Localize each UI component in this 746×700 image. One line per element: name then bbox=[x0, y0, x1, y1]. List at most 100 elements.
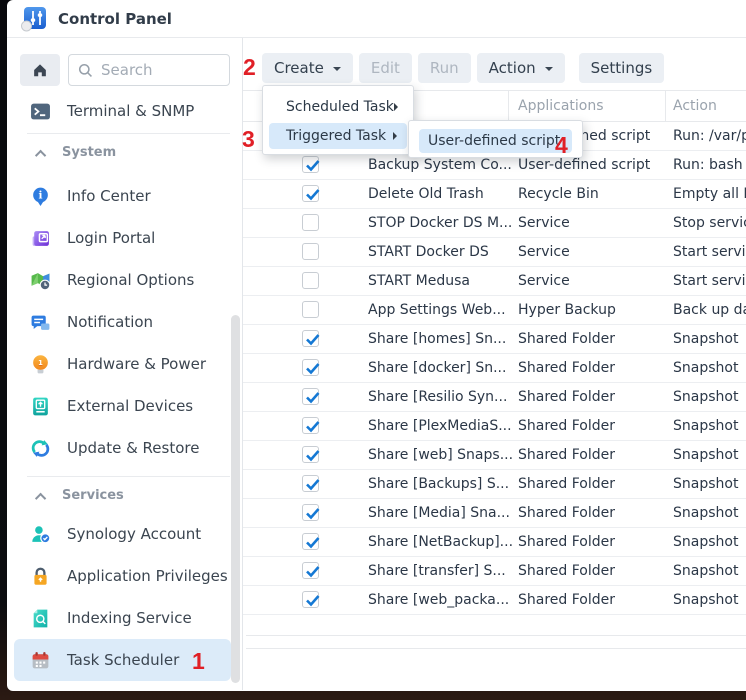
task-application: Shared Folder bbox=[518, 383, 668, 411]
action-button-label: Action bbox=[489, 59, 536, 77]
row-checkbox[interactable] bbox=[302, 446, 319, 463]
task-action: Start servic bbox=[673, 238, 746, 266]
check-icon bbox=[303, 475, 322, 494]
chevron-down-icon bbox=[545, 67, 553, 75]
row-checkbox[interactable] bbox=[302, 156, 319, 173]
sidebar-item-info-center[interactable]: i Info Center bbox=[14, 175, 231, 217]
regional-options-icon bbox=[30, 270, 51, 291]
table-footer-divider bbox=[246, 648, 746, 649]
menu-item-user-defined-script[interactable]: User-defined script bbox=[419, 129, 572, 153]
table-row[interactable]: STOP Docker DS M... Service Stop servic bbox=[243, 209, 746, 238]
table-row[interactable]: Share [NetBackup]... Shared Folder Snaps… bbox=[243, 528, 746, 557]
chevron-down-icon bbox=[333, 67, 341, 75]
table-row[interactable]: Share [docker] Sn... Shared Folder Snaps… bbox=[243, 354, 746, 383]
task-action: Start servic bbox=[673, 267, 746, 295]
sidebar-item-notification[interactable]: Notification bbox=[14, 301, 231, 343]
create-button[interactable]: Create bbox=[262, 53, 353, 83]
row-checkbox[interactable] bbox=[302, 359, 319, 376]
menu-item-label: Scheduled Task bbox=[286, 99, 394, 115]
check-icon bbox=[303, 156, 322, 175]
sidebar-item-regional-options[interactable]: Regional Options bbox=[14, 259, 231, 301]
menu-item-scheduled-task[interactable]: Scheduled Task bbox=[263, 93, 413, 121]
task-application: Service bbox=[518, 267, 668, 295]
home-button[interactable] bbox=[20, 54, 60, 86]
row-checkbox[interactable] bbox=[302, 504, 319, 521]
check-icon bbox=[303, 388, 322, 407]
table-row[interactable]: START Medusa Service Start servic bbox=[243, 267, 746, 296]
column-header-applications[interactable]: Applications bbox=[518, 91, 604, 121]
row-checkbox[interactable] bbox=[302, 185, 319, 202]
control-panel-icon bbox=[20, 5, 48, 33]
row-checkbox[interactable] bbox=[302, 533, 319, 550]
section-services[interactable]: Services bbox=[7, 477, 242, 513]
row-checkbox[interactable] bbox=[302, 214, 319, 231]
row-checkbox[interactable] bbox=[302, 475, 319, 492]
external-drive-icon bbox=[30, 396, 51, 417]
task-application: Shared Folder bbox=[518, 441, 668, 469]
column-divider bbox=[508, 91, 509, 122]
indexing-icon bbox=[30, 608, 51, 629]
table-row[interactable]: Delete Old Trash Recycle Bin Empty all R bbox=[243, 180, 746, 209]
sidebar-item-update-restore[interactable]: Update & Restore bbox=[14, 427, 231, 469]
table-row[interactable]: Share [Media] Sna... Shared Folder Snaps… bbox=[243, 499, 746, 528]
table-row[interactable]: Share [Backups] S... Shared Folder Snaps… bbox=[243, 470, 746, 499]
sidebar-item-application-privileges[interactable]: Application Privileges bbox=[14, 555, 231, 597]
row-checkbox[interactable] bbox=[302, 301, 319, 318]
sidebar-item-terminal-snmp[interactable]: Terminal & SNMP bbox=[14, 93, 231, 129]
table-row[interactable]: Share [Resilio Syn... Shared Folder Snap… bbox=[243, 383, 746, 412]
table-row[interactable]: Share [web] Snaps... Shared Folder Snaps… bbox=[243, 441, 746, 470]
chevron-up-icon bbox=[35, 492, 46, 503]
sidebar-item-label: Terminal & SNMP bbox=[67, 102, 194, 120]
task-action: Run: bash / bbox=[673, 151, 746, 179]
sidebar-item-hardware-power[interactable]: 1 Hardware & Power bbox=[14, 343, 231, 385]
settings-button[interactable]: Settings bbox=[579, 53, 665, 83]
task-name: Share [Resilio Syn... bbox=[368, 383, 513, 411]
check-icon bbox=[303, 185, 322, 204]
task-action: Snapshot bbox=[673, 470, 746, 498]
section-system[interactable]: System bbox=[7, 134, 242, 170]
task-name: Share [homes] Sn... bbox=[368, 325, 513, 353]
search-input[interactable] bbox=[101, 61, 221, 79]
table-row[interactable]: START Docker DS Service Start servic bbox=[243, 238, 746, 267]
row-checkbox[interactable] bbox=[302, 388, 319, 405]
menu-item-label: User-defined script bbox=[428, 133, 560, 149]
task-action: Snapshot bbox=[673, 499, 746, 527]
search-box[interactable] bbox=[68, 54, 230, 86]
sidebar-item-indexing-service[interactable]: Indexing Service bbox=[14, 597, 231, 639]
row-checkbox[interactable] bbox=[302, 562, 319, 579]
sidebar-item-external-devices[interactable]: External Devices bbox=[14, 385, 231, 427]
task-action: Snapshot bbox=[673, 557, 746, 585]
task-application: Shared Folder bbox=[518, 354, 668, 382]
task-action: Stop servic bbox=[673, 209, 746, 237]
run-button[interactable]: Run bbox=[418, 53, 471, 83]
table-row[interactable]: Share [transfer] S... Shared Folder Snap… bbox=[243, 557, 746, 586]
table-row[interactable]: Share [PlexMediaS... Shared Folder Snaps… bbox=[243, 412, 746, 441]
task-name: Share [Backups] S... bbox=[368, 470, 513, 498]
table-row[interactable]: Share [web_packa... Shared Folder Snapsh… bbox=[243, 586, 746, 615]
annotation-step-3: 3 bbox=[242, 128, 255, 151]
task-application: Shared Folder bbox=[518, 470, 668, 498]
sidebar-scrollbar[interactable] bbox=[231, 315, 240, 683]
sidebar-item-login-portal[interactable]: Login Portal bbox=[14, 217, 231, 259]
table-row[interactable]: App Settings Web... Hyper Backup Back up… bbox=[243, 296, 746, 325]
table-row[interactable]: Share [homes] Sn... Shared Folder Snapsh… bbox=[243, 325, 746, 354]
task-application: Shared Folder bbox=[518, 528, 668, 556]
edit-button[interactable]: Edit bbox=[359, 53, 412, 83]
task-name: Delete Old Trash bbox=[368, 180, 513, 208]
task-name: Share [transfer] S... bbox=[368, 557, 513, 585]
menu-item-triggered-task[interactable]: Triggered Task bbox=[269, 123, 407, 149]
row-checkbox[interactable] bbox=[302, 417, 319, 434]
sidebar-item-synology-account[interactable]: Synology Account bbox=[14, 513, 231, 555]
check-icon bbox=[303, 446, 322, 465]
sidebar-item-label: External Devices bbox=[67, 397, 193, 415]
task-action: Snapshot bbox=[673, 383, 746, 411]
row-checkbox[interactable] bbox=[302, 330, 319, 347]
action-button[interactable]: Action bbox=[477, 53, 565, 83]
row-checkbox[interactable] bbox=[302, 272, 319, 289]
task-name: Share [web_packa... bbox=[368, 586, 513, 614]
titlebar: Control Panel bbox=[7, 0, 746, 38]
task-application: Service bbox=[518, 209, 668, 237]
row-checkbox[interactable] bbox=[302, 591, 319, 608]
column-header-action[interactable]: Action bbox=[673, 91, 717, 121]
row-checkbox[interactable] bbox=[302, 243, 319, 260]
